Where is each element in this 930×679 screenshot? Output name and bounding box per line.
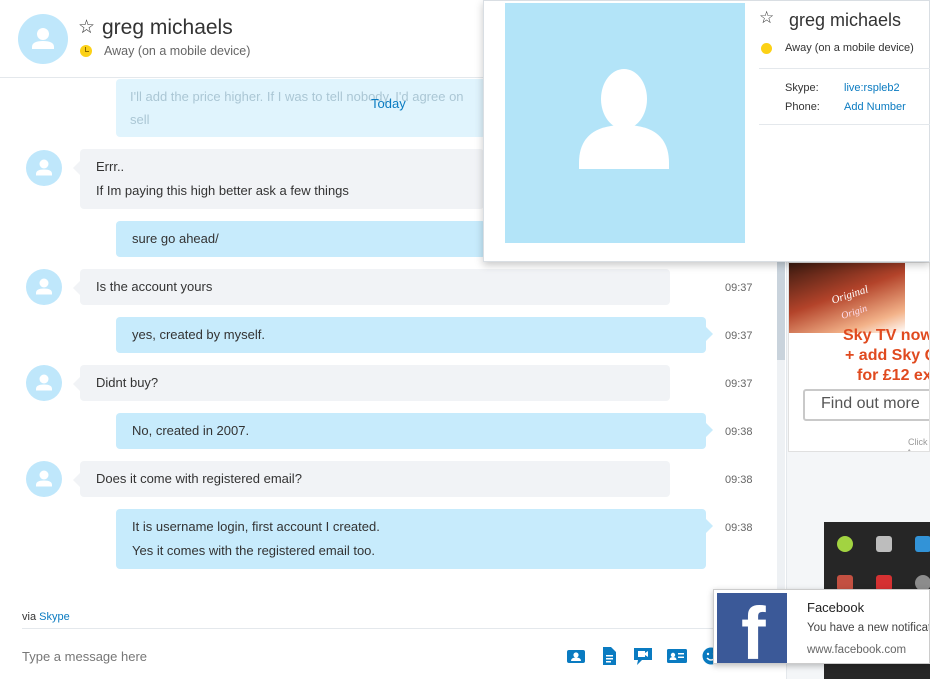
outgoing-message[interactable]: sure go ahead/	[116, 221, 493, 257]
favorite-star-icon[interactable]: ☆	[759, 10, 774, 27]
outgoing-message[interactable]: It is username login, first account I cr…	[116, 509, 713, 569]
faded-message-bubble	[116, 79, 486, 137]
message-line: Does it come with registered email?	[96, 471, 302, 486]
compose-divider	[22, 628, 776, 629]
contact-status: Away (on a mobile device)	[104, 44, 251, 58]
phone-label: Phone:	[785, 101, 820, 113]
favorite-star-icon[interactable]: ☆	[78, 18, 95, 37]
ad-headline: + add Sky Q	[845, 347, 930, 364]
message-line: No, created in 2007.	[132, 423, 250, 438]
profile-status: Away (on a mobile device)	[785, 42, 914, 54]
scrollbar-thumb[interactable]	[777, 250, 785, 360]
incoming-message[interactable]: Does it come with registered email?	[73, 461, 670, 497]
person-icon	[36, 374, 52, 391]
message-line: If Im paying this high better ask a few …	[96, 183, 349, 198]
message-avatar[interactable]	[26, 269, 62, 305]
divider	[759, 124, 930, 125]
ad-headline: for £12 ex	[857, 367, 930, 384]
incoming-message[interactable]: Didnt buy?	[73, 365, 670, 401]
message-avatar[interactable]	[26, 150, 62, 186]
contact-avatar[interactable]	[18, 14, 68, 64]
message-input[interactable]	[14, 642, 514, 670]
away-status-icon	[761, 43, 772, 54]
skype-link[interactable]: Skype	[39, 611, 70, 623]
send-file-icon[interactable]	[598, 646, 620, 666]
away-status-icon	[80, 45, 92, 57]
skype-id-label: Skype:	[785, 82, 819, 94]
message-timestamp: 09:38	[725, 426, 753, 438]
ad-headline: Sky TV now	[843, 327, 930, 344]
ad-find-out-more-button[interactable]: Find out more	[803, 389, 929, 421]
message-line: Yes it comes with the registered email t…	[132, 543, 376, 558]
incoming-message[interactable]: Errr.. If Im paying this high better ask…	[73, 149, 484, 209]
person-icon	[36, 159, 52, 176]
profile-name: greg michaels	[789, 10, 902, 30]
message-timestamp: 09:37	[725, 378, 753, 390]
usb-drive-icon[interactable]	[876, 536, 892, 552]
toast-body: You have a new notificat	[807, 622, 930, 634]
message-line: Is the account yours	[96, 279, 213, 294]
faded-message-text: sell	[130, 112, 150, 127]
message-timestamp: 09:37	[725, 282, 753, 294]
tray-app-icon[interactable]	[837, 536, 853, 552]
person-icon	[36, 470, 52, 487]
person-icon	[36, 278, 52, 295]
advertisement[interactable]: Original Origin Sky TV now + add Sky Q f…	[788, 262, 930, 452]
message-line: Errr..	[96, 159, 125, 174]
toast-title: Facebook	[807, 600, 865, 615]
outgoing-message[interactable]: yes, created by myself.	[116, 317, 713, 353]
facebook-logo-icon: f	[717, 593, 787, 663]
toast-url: www.facebook.com	[807, 644, 907, 656]
network-icon[interactable]	[915, 536, 930, 552]
person-icon	[579, 69, 669, 169]
message-avatar[interactable]	[26, 461, 62, 497]
contact-name[interactable]: greg michaels	[102, 16, 233, 40]
message-line: It is username login, first account I cr…	[132, 519, 380, 534]
message-line: Didnt buy?	[96, 375, 159, 390]
skype-id-value[interactable]: live:rspleb2	[844, 82, 900, 94]
message-line: sure go ahead/	[132, 231, 219, 246]
message-line: yes, created by myself.	[132, 327, 265, 342]
message-avatar[interactable]	[26, 365, 62, 401]
person-icon	[32, 28, 54, 49]
divider	[759, 68, 930, 69]
incoming-message[interactable]: Is the account yours	[73, 269, 670, 305]
profile-photo	[505, 3, 745, 243]
message-timestamp: 09:38	[725, 522, 753, 534]
message-timestamp: 09:38	[725, 474, 753, 486]
via-skype-label: via Skype	[22, 611, 70, 623]
outgoing-message[interactable]: No, created in 2007.	[116, 413, 713, 449]
add-number-link[interactable]: Add Number	[844, 101, 906, 113]
ad-click-text: Click t	[908, 437, 928, 452]
send-contact-icon[interactable]	[565, 646, 587, 666]
video-message-icon[interactable]	[632, 646, 654, 666]
profile-card: ☆ greg michaels Away (on a mobile device…	[483, 0, 930, 262]
facebook-f-glyph: f	[741, 593, 766, 664]
contact-card-icon[interactable]	[666, 646, 688, 666]
via-prefix: via	[22, 611, 37, 623]
message-timestamp: 09:37	[725, 330, 753, 342]
notification-toast[interactable]: f Facebook You have a new notificat www.…	[713, 589, 930, 664]
faded-message-text: I'll add the price higher. If I was to t…	[130, 89, 464, 104]
day-separator: Today	[371, 96, 406, 111]
